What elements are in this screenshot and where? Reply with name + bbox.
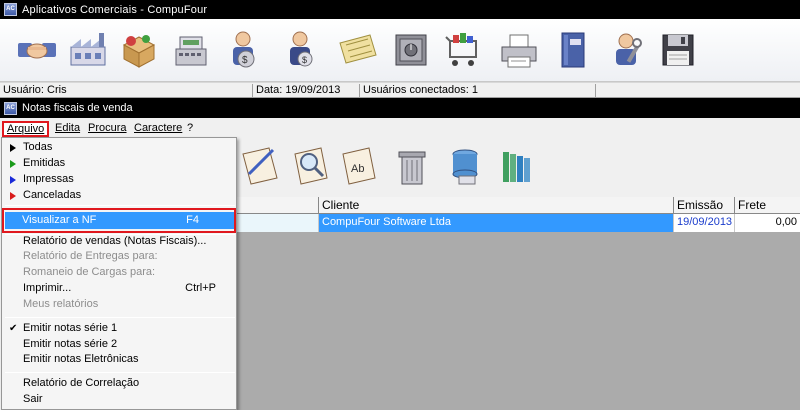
menu-item-imprimir-shortcut: Ctrl+P (185, 282, 216, 294)
grid-header-emissao[interactable]: Emissão (674, 197, 735, 214)
menu-separator (5, 317, 235, 318)
money-person-icon[interactable]: $ (275, 25, 325, 75)
menu-separator (5, 205, 235, 206)
check-icon: ✔ (9, 323, 18, 334)
floppy-icon[interactable] (653, 25, 703, 75)
menu-arquivo-label: Arquivo (7, 123, 45, 135)
trash-icon[interactable] (388, 142, 436, 190)
svg-text:Ab: Ab (351, 163, 364, 175)
menu-item-imprimir[interactable]: Imprimir... Ctrl+P (2, 281, 236, 297)
grid-header: Cliente Emissão Frete (237, 197, 800, 214)
menu-item-todas-label: Todas (23, 141, 53, 153)
menu-help[interactable]: ? (184, 121, 196, 137)
menu-item-serie2[interactable]: Emitir notas série 2 (2, 337, 236, 353)
text-ab-icon[interactable]: Ab (335, 142, 383, 190)
red-triangle-icon (10, 192, 16, 200)
menu-item-relatorio-entregas: Relatório de Entregas para: (23, 250, 158, 262)
menu-caractere[interactable]: Caractere (131, 121, 185, 137)
grid-header-hidden (237, 197, 319, 214)
menu-procura-label: Procura (88, 122, 127, 134)
menu-arquivo[interactable]: Arquivo (2, 121, 50, 137)
search-document-icon[interactable] (287, 142, 335, 190)
tools-icon[interactable] (601, 25, 651, 75)
book-icon[interactable] (548, 25, 598, 75)
products-box-icon[interactable] (114, 25, 164, 75)
safe-icon[interactable] (386, 25, 436, 75)
menu-procura[interactable]: Procura (85, 121, 130, 137)
menu-item-todas[interactable]: Todas (2, 140, 236, 156)
cell-frete[interactable]: 0,00 (735, 214, 800, 232)
menu-item-imprimir-label: Imprimir... (23, 282, 72, 294)
window-icon: AC (4, 101, 17, 115)
menu-item-canceladas[interactable]: Canceladas (2, 188, 236, 204)
ticket-icon[interactable] (332, 25, 382, 75)
status-connected: Usuários conectados: 1 (360, 84, 596, 98)
app-icon: AC (4, 3, 17, 16)
invoices-grid: Cliente Emissão Frete CompuFour Software… (237, 197, 800, 410)
grid-header-frete[interactable]: Frete (735, 197, 800, 214)
cell-emissao[interactable]: 19/09/2013 (674, 214, 735, 232)
menu-item-emitidas[interactable]: Emitidas (2, 156, 236, 172)
table-row[interactable]: CompuFour Software Ltda 19/09/2013 0,00 (237, 214, 800, 232)
cell-hidden[interactable] (237, 214, 319, 232)
window-title: Notas fiscais de venda (22, 102, 133, 114)
status-bar: Usuário: Cris Data: 19/09/2013 Usuários … (0, 82, 800, 98)
menu-bar: Arquivo Edita Procura Caractere ? (0, 120, 800, 138)
menu-item-serie1[interactable]: ✔ Emitir notas série 1 (2, 321, 236, 337)
arquivo-dropdown-menu: Todas Emitidas Impressas Canceladas Visu… (1, 137, 237, 410)
window-title-bar: AC Notas fiscais de venda (0, 98, 800, 118)
edit-document-icon[interactable] (237, 142, 285, 190)
main-toolbar: $ $ (0, 19, 800, 82)
printer-icon[interactable] (494, 25, 544, 75)
green-triangle-icon (10, 160, 16, 168)
menu-item-emitidas-label: Emitidas (23, 157, 66, 169)
menu-item-impressas-label: Impressas (23, 173, 74, 185)
shopping-cart-icon[interactable] (438, 25, 488, 75)
database-icon[interactable] (441, 142, 489, 190)
books-stack-icon[interactable] (493, 142, 541, 190)
menu-item-canceladas-label: Canceladas (23, 189, 82, 201)
menu-item-correlacao[interactable]: Relatório de Correlação (2, 376, 236, 392)
menu-item-eletronicas[interactable]: Emitir notas Eletrônicas (2, 352, 236, 368)
menu-item-impressas[interactable]: Impressas (2, 172, 236, 188)
menu-edita[interactable]: Edita (52, 121, 83, 137)
cell-cliente[interactable]: CompuFour Software Ltda (319, 214, 674, 232)
highlight-box (2, 208, 236, 233)
menu-edita-label: Edita (55, 122, 81, 134)
status-empty (596, 84, 800, 98)
menu-item-meus-relatorios: Meus relatórios (23, 298, 99, 310)
menu-item-relatorio-vendas[interactable]: Relatório de vendas (Notas Fiscais)... (2, 234, 236, 250)
menu-separator (5, 372, 235, 373)
handshake-icon[interactable] (12, 25, 62, 75)
blue-triangle-icon (10, 176, 16, 184)
status-user: Usuário: Cris (0, 84, 253, 98)
menu-item-sair[interactable]: Sair (2, 392, 236, 408)
black-triangle-icon (10, 144, 16, 152)
factory-icon[interactable] (63, 25, 113, 75)
cash-register-icon[interactable] (166, 25, 216, 75)
money-bag-person-icon[interactable]: $ (218, 25, 268, 75)
app-title: Aplicativos Comerciais - CompuFour (22, 3, 208, 16)
svg-text:$: $ (242, 55, 248, 66)
status-date: Data: 19/09/2013 (253, 84, 360, 98)
grid-header-cliente[interactable]: Cliente (319, 197, 674, 214)
menu-item-romaneio: Romaneio de Cargas para: (23, 266, 156, 278)
menu-caractere-label: Caractere (134, 122, 183, 134)
window-toolbar: Ab (237, 138, 800, 195)
menu-item-serie1-label: Emitir notas série 1 (23, 322, 118, 334)
app-title-bar: AC Aplicativos Comerciais - CompuFour (0, 0, 800, 19)
svg-text:$: $ (302, 55, 307, 65)
